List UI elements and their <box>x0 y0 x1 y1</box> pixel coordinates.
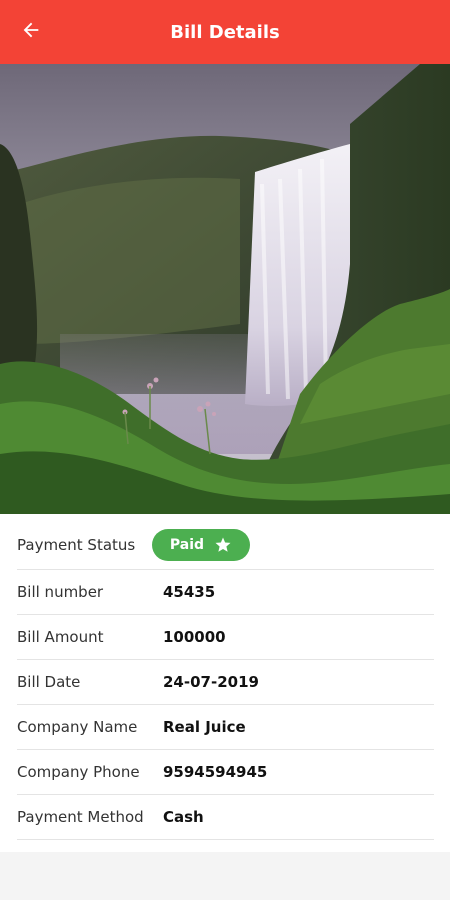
bill-amount-label: Bill Amount <box>17 628 104 646</box>
bill-amount-value: 100000 <box>163 628 226 646</box>
payment-method-row: Payment Method Cash <box>17 795 434 840</box>
bill-number-label: Bill number <box>17 583 104 601</box>
arrow-left-icon <box>20 19 42 45</box>
page-title: Bill Details <box>170 21 280 43</box>
back-button[interactable] <box>12 14 50 50</box>
star-icon <box>214 536 232 554</box>
payment-status-label: Payment Status <box>17 535 136 554</box>
company-name-label: Company Name <box>17 718 138 736</box>
payment-method-value: Cash <box>163 808 204 826</box>
payment-method-label: Payment Method <box>17 808 144 826</box>
company-phone-row: Company Phone 9594594945 <box>17 750 434 795</box>
bottom-spacer <box>0 852 450 900</box>
company-phone-label: Company Phone <box>17 763 140 781</box>
bill-number-value: 45435 <box>163 583 216 601</box>
bill-amount-row: Bill Amount 100000 <box>17 615 434 660</box>
waterfall-photo <box>0 64 450 514</box>
company-phone-value: 9594594945 <box>163 763 268 781</box>
company-name-row: Company Name Real Juice <box>17 705 434 750</box>
bill-date-value: 24-07-2019 <box>163 673 259 691</box>
bill-details-card: Payment Status Paid Bill number 45435 Bi… <box>0 514 450 852</box>
payment-status-row: Payment Status Paid <box>17 520 434 570</box>
bill-details-screen: Bill Details Payment Status Paid Bill nu… <box>0 0 450 900</box>
bill-date-row: Bill Date 24-07-2019 <box>17 660 434 705</box>
app-header: Bill Details <box>0 0 450 64</box>
company-name-value: Real Juice <box>163 718 246 736</box>
bill-date-label: Bill Date <box>17 673 81 691</box>
status-badge: Paid <box>152 528 250 561</box>
status-badge-text: Paid <box>169 536 205 553</box>
bill-number-row: Bill number 45435 <box>17 570 434 615</box>
